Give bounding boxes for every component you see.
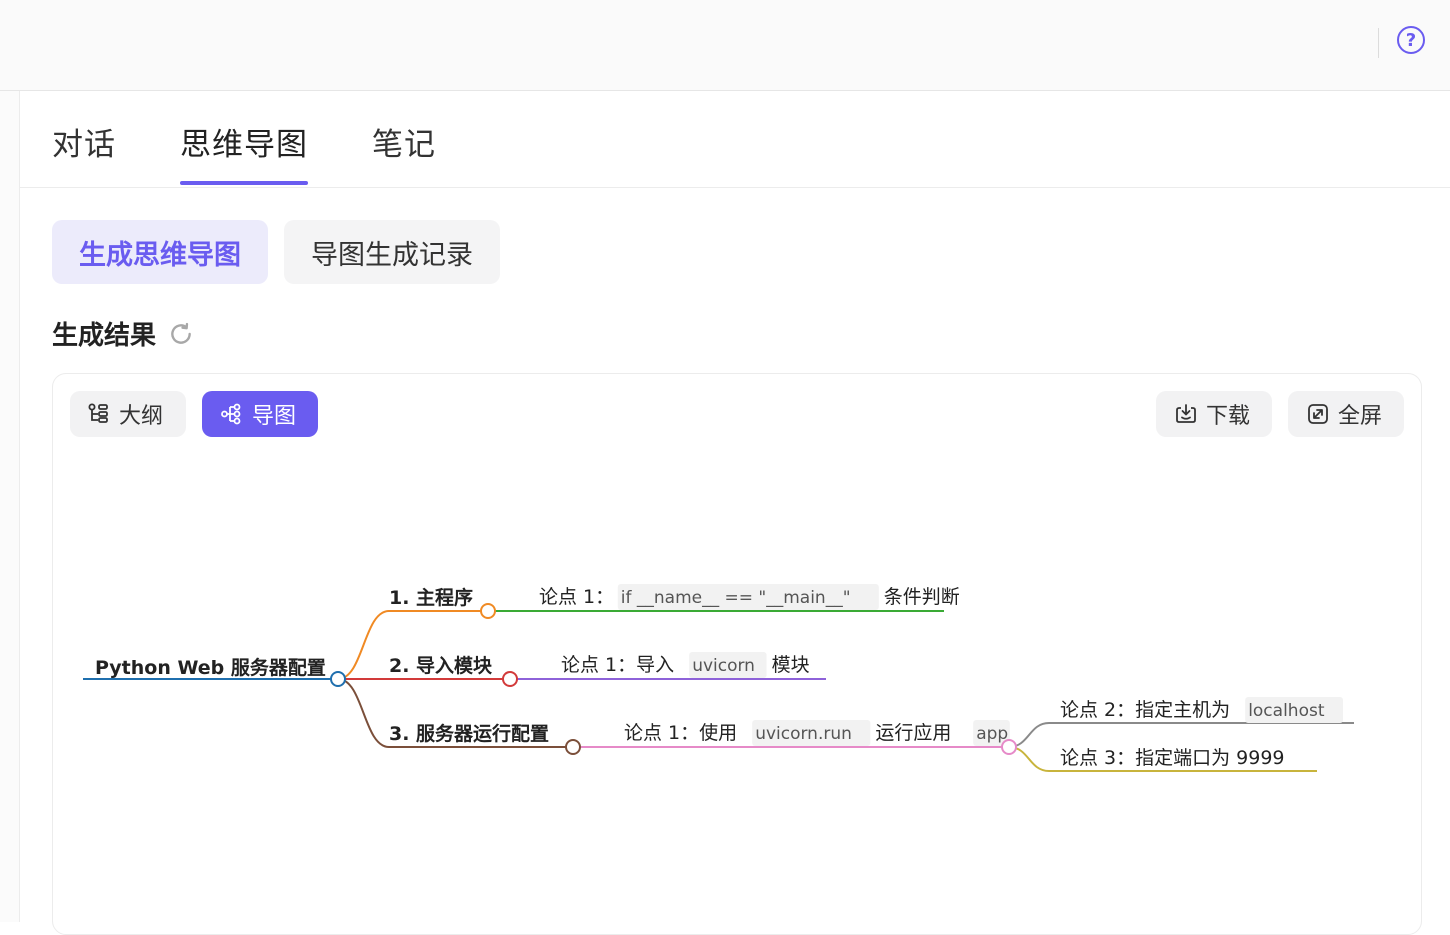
left-rail xyxy=(0,91,20,922)
mindmap-leaf-node-3[interactable] xyxy=(1001,739,1017,755)
map-view-label: 导图 xyxy=(252,404,297,429)
mindmap-leaf-1-text-2: 条件判断 xyxy=(884,586,960,608)
download-button[interactable]: 下载 xyxy=(1156,391,1272,437)
outline-tree-icon xyxy=(88,403,108,423)
fullscreen-label: 全屏 xyxy=(1338,404,1383,429)
mindmap-branch-node-1[interactable] xyxy=(480,603,496,619)
mindmap-leaf-2-code-1: uvicorn xyxy=(692,656,755,676)
mindmap-sub-leaf-1-text-0: 论点 2：指定主机为 xyxy=(1060,699,1230,721)
main-content: 对话 思维导图 笔记 生成思维导图 导图生成记录 生成结果 大纲 导图 下载 全… xyxy=(20,91,1450,935)
top-bar: ? xyxy=(0,0,1450,91)
mindmap-leaf-3-text-2: 运行应用 xyxy=(875,722,951,744)
fullscreen-button[interactable]: 全屏 xyxy=(1288,391,1404,437)
result-title: 生成结果 xyxy=(52,321,157,351)
mindmap-root-label: Python Web 服务器配置 xyxy=(95,656,326,679)
mindmap-branch-label-2: 2. 导入模块 xyxy=(389,654,493,677)
help-icon[interactable]: ? xyxy=(1397,26,1425,54)
mindmap-history-button[interactable]: 导图生成记录 xyxy=(284,220,500,284)
mindmap-sub-leaf-1-code-1: localhost xyxy=(1248,701,1325,721)
mindmap-leaf-3-text-0: 论点 1：使用 xyxy=(624,722,737,744)
mindmap-branch-connector-3 xyxy=(337,678,390,748)
generate-mindmap-button[interactable]: 生成思维导图 xyxy=(52,220,268,284)
mindmap-leaf-2-text-2: 模块 xyxy=(772,654,810,676)
mindmap-leaf-1-code-1: if __name__ == "__main__" xyxy=(621,588,851,608)
mindmap-canvas: Python Web 服务器配置 1. 主程序 论点 1： if __name__ =… xyxy=(83,584,1354,772)
mindmap-leaf-3-code-1: uvicorn.run xyxy=(755,724,852,744)
download-label: 下载 xyxy=(1206,404,1251,429)
mindmap-branch-label-1: 1. 主程序 xyxy=(389,586,473,609)
map-view-button[interactable]: 导图 xyxy=(202,391,318,437)
fullscreen-icon xyxy=(1308,404,1328,424)
mindmap-branch-node-2[interactable] xyxy=(502,671,518,687)
tab-notes[interactable]: 笔记 xyxy=(372,119,436,164)
mindmap-root-node[interactable] xyxy=(330,671,346,687)
mindmap-leaf-3-code-3: app xyxy=(976,724,1008,744)
mindmap-branch-connector-1 xyxy=(337,610,390,680)
refresh-icon[interactable] xyxy=(168,321,194,347)
outline-view-button[interactable]: 大纲 xyxy=(70,391,186,437)
mindmap-leaf-2-text-0: 论点 1：导入 xyxy=(561,654,674,676)
active-tab-indicator xyxy=(180,181,308,185)
result-header: 生成结果 xyxy=(52,315,194,352)
mindmap-branch-node-3[interactable] xyxy=(565,739,581,755)
mindmap-leaf-1-text-0: 论点 1： xyxy=(539,586,614,608)
mindmap-icon xyxy=(221,403,241,425)
mindmap-panel: 大纲 导图 下载 全屏 Python Web 服务器配置 1. 主程序 论点 1… xyxy=(52,373,1422,935)
tab-chat[interactable]: 对话 xyxy=(52,119,116,164)
tab-mindmap[interactable]: 思维导图 xyxy=(180,119,308,164)
tab-bar: 对话 思维导图 笔记 xyxy=(20,91,1450,188)
download-icon xyxy=(1176,404,1196,423)
top-bar-divider xyxy=(1378,28,1379,58)
outline-view-label: 大纲 xyxy=(119,404,164,429)
mindmap-sub-leaf-2-text-0: 论点 3：指定端口为 9999 xyxy=(1060,747,1285,769)
mindmap-branch-label-3: 3. 服务器运行配置 xyxy=(389,722,549,745)
